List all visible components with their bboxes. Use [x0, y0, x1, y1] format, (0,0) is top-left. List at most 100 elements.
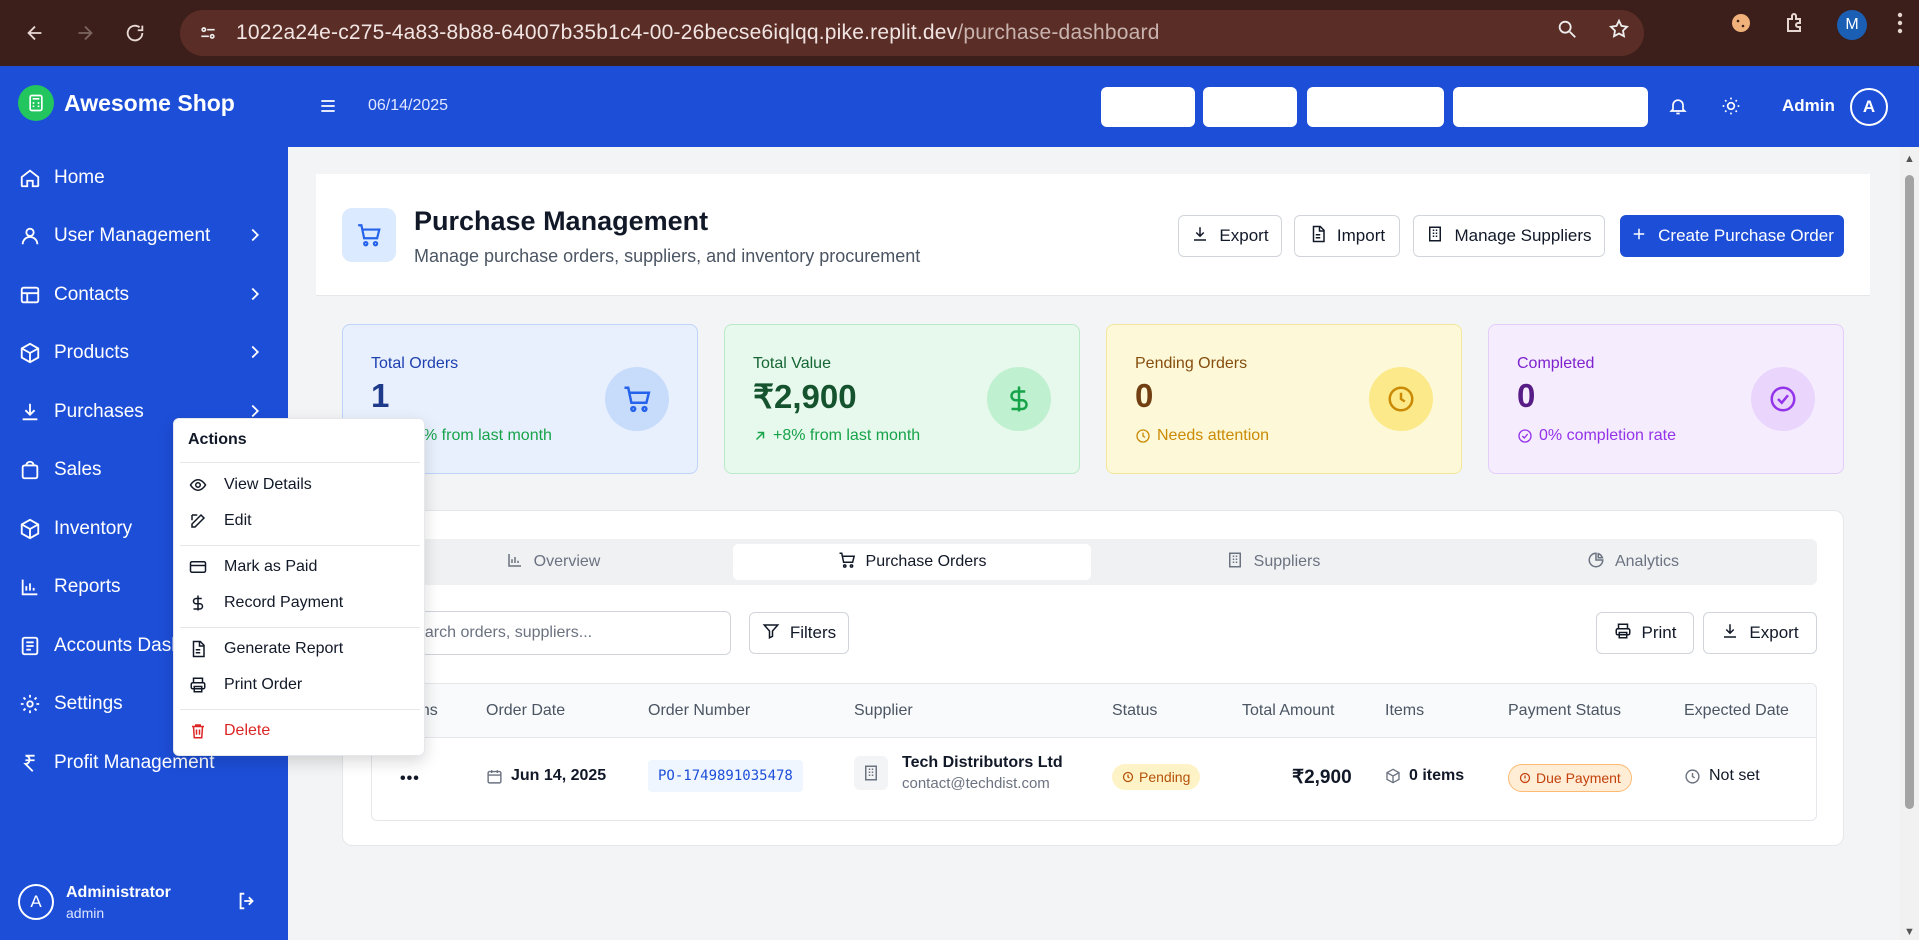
payment-status-badge: Due Payment	[1508, 764, 1632, 792]
menu-item-mark-as-paid[interactable]: Mark as Paid	[174, 550, 426, 584]
stat-value: ₹2,900	[753, 378, 857, 415]
tab-suppliers[interactable]: Suppliers	[1095, 544, 1451, 580]
admin-label[interactable]: Admin	[1782, 96, 1835, 116]
stat-value: 0	[1517, 377, 1536, 414]
sidebar-item-label: Sales	[54, 459, 102, 480]
pie-chart-icon	[1587, 551, 1605, 574]
file-icon	[1309, 225, 1327, 248]
chevron-right-icon	[244, 283, 266, 311]
home-icon	[18, 166, 42, 190]
zoom-icon[interactable]	[1556, 18, 1578, 45]
create-label: Create Purchase Order	[1658, 226, 1834, 245]
cart-icon	[605, 367, 669, 431]
tab-bar: Overview Purchase Orders Suppliers Analy…	[371, 539, 1817, 585]
chevron-right-icon	[244, 224, 266, 252]
brand[interactable]: Awesome Shop	[0, 66, 288, 140]
user-role: admin	[66, 904, 105, 921]
export-button[interactable]: Export	[1178, 215, 1282, 257]
print-button[interactable]: Print	[1596, 612, 1694, 654]
table-export-button[interactable]: Export	[1703, 612, 1817, 654]
stat-value: 0	[1135, 377, 1154, 414]
file-icon	[188, 640, 208, 658]
sidebar-item-user-management[interactable]: User Management	[0, 212, 288, 260]
sidebar-item-contacts[interactable]: Contacts	[0, 271, 288, 319]
tab-overview[interactable]: Overview	[377, 544, 729, 580]
menu-item-view-details[interactable]: View Details	[174, 468, 426, 502]
page-scrollbar[interactable]: ▲ ▼	[1900, 147, 1919, 940]
tab-purchase-orders[interactable]: Purchase Orders	[733, 544, 1091, 580]
tab-label: Suppliers	[1253, 553, 1321, 570]
order-number-cell[interactable]: PO-1749891035478	[648, 760, 803, 792]
filters-button[interactable]: Filters	[749, 612, 849, 654]
sun-icon[interactable]	[1721, 96, 1741, 121]
table-header: ons Order Date Order Number Supplier Sta…	[372, 684, 1816, 738]
items-cell: 0 items	[1385, 767, 1464, 785]
sidebar-item-home[interactable]: Home	[0, 154, 288, 202]
download-icon	[1721, 622, 1739, 645]
sidebar-item-products[interactable]: Products	[0, 329, 288, 377]
total-amount-cell: ₹2,900	[1292, 767, 1352, 788]
menu-item-label: View Details	[224, 476, 312, 493]
sidebar-item-label: Accounts Dash	[54, 635, 182, 656]
menu-item-print-order[interactable]: Print Order	[174, 668, 426, 702]
manage-suppliers-button[interactable]: Manage Suppliers	[1413, 215, 1605, 257]
menu-toggle-icon[interactable]	[318, 96, 338, 121]
plus-icon	[1630, 225, 1648, 248]
import-label: Import	[1336, 226, 1386, 245]
site-settings-icon[interactable]	[194, 19, 222, 47]
bell-icon[interactable]	[1668, 96, 1688, 121]
brand-name: Awesome Shop	[64, 89, 235, 116]
stat-card-completed: Completed 0 0% completion rate	[1488, 324, 1844, 474]
sidebar-user: A Administrator admin	[0, 864, 288, 940]
reload-icon[interactable]	[120, 18, 150, 48]
menu-item-record-payment[interactable]: Record Payment	[174, 586, 426, 620]
calendar-icon	[487, 769, 502, 784]
create-purchase-order-button[interactable]: Create Purchase Order	[1620, 215, 1844, 257]
url-text: 1022a24e-c275-4a83-8b88-64007b35b1c4-00-…	[236, 21, 1160, 44]
clock-icon	[1122, 771, 1134, 783]
row-actions-button[interactable]: •••	[400, 770, 420, 788]
user-icon	[18, 224, 42, 248]
dollar-icon	[188, 594, 208, 612]
avatar[interactable]: A	[1850, 88, 1888, 126]
scroll-down-icon[interactable]: ▼	[1904, 926, 1915, 938]
stat-value: 1	[371, 377, 390, 414]
sidebar-item-label: Settings	[54, 693, 123, 714]
clock-icon	[1369, 367, 1433, 431]
menu-item-delete[interactable]: Delete	[174, 714, 426, 748]
scroll-up-icon[interactable]: ▲	[1904, 153, 1915, 165]
download-icon	[18, 400, 42, 424]
divider	[180, 627, 420, 628]
menu-item-generate-report[interactable]: Generate Report	[174, 632, 426, 666]
cart-icon	[342, 208, 396, 262]
topbar-button-2[interactable]	[1203, 87, 1297, 127]
stat-foot: Needs attention	[1135, 427, 1269, 445]
sidebar-item-label: Products	[54, 342, 129, 363]
column-header: Total Amount	[1242, 702, 1335, 719]
cookie-icon[interactable]	[1729, 11, 1753, 40]
topbar-button-1[interactable]	[1101, 87, 1195, 127]
bookmark-star-icon[interactable]	[1608, 18, 1630, 45]
tab-analytics[interactable]: Analytics	[1455, 544, 1811, 580]
cart-icon	[838, 551, 856, 574]
topbar-button-3[interactable]	[1307, 87, 1444, 127]
menu-item-label: Edit	[224, 512, 252, 529]
import-button[interactable]: Import	[1294, 215, 1400, 257]
stat-label: Total Orders	[371, 355, 459, 372]
topbar-button-4[interactable]	[1453, 87, 1648, 127]
printer-icon	[188, 676, 208, 694]
scroll-thumb[interactable]	[1905, 175, 1914, 809]
menu-item-edit[interactable]: Edit	[174, 504, 426, 538]
stat-card-total-value: Total Value ₹2,900 +8% from last month	[724, 324, 1080, 474]
kebab-menu-icon[interactable]	[1897, 12, 1903, 39]
profile-avatar[interactable]: M	[1837, 10, 1867, 40]
logout-icon[interactable]	[236, 890, 258, 917]
extensions-icon[interactable]	[1783, 11, 1807, 40]
browser-chrome: 1022a24e-c275-4a83-8b88-64007b35b1c4-00-…	[0, 0, 1919, 66]
forward-icon[interactable]	[70, 18, 100, 48]
back-icon[interactable]	[20, 18, 50, 48]
search-placeholder: earch orders, suppliers...	[416, 624, 593, 641]
address-bar[interactable]: 1022a24e-c275-4a83-8b88-64007b35b1c4-00-…	[180, 10, 1644, 56]
stat-label: Total Value	[753, 355, 831, 372]
building-icon	[1226, 551, 1244, 574]
